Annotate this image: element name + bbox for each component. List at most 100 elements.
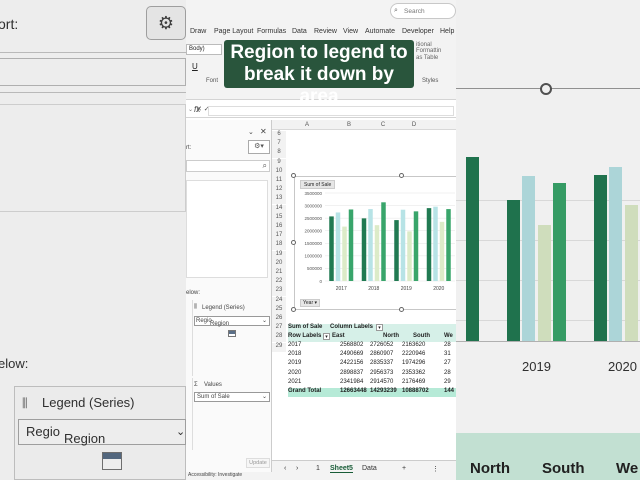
pivot-cell-we[interactable]: 28	[444, 342, 451, 348]
add-sheet-button[interactable]: +	[402, 465, 406, 472]
row-header[interactable]: 28	[272, 333, 286, 343]
pivot-cell-north[interactable]: 2860907	[370, 351, 393, 357]
pivot-cell-label[interactable]: 2021	[288, 379, 301, 385]
chart-bar[interactable]	[374, 225, 380, 281]
scroll-right-icon[interactable]: ›	[296, 465, 298, 472]
pivot-cell-south[interactable]: 2353362	[402, 370, 425, 376]
row-header[interactable]: 26	[272, 315, 286, 324]
column-header-d[interactable]: D	[396, 120, 432, 130]
row-header[interactable]: 15	[272, 213, 286, 223]
chart-field-button-year[interactable]: Year ▾	[300, 299, 321, 307]
chart-bar[interactable]	[413, 211, 419, 281]
chart-bar[interactable]	[394, 220, 399, 281]
pivot-cell-label[interactable]: 2018	[288, 351, 301, 357]
row-header[interactable]: 21	[272, 269, 286, 278]
gear-icon[interactable]: ⚙	[146, 6, 186, 40]
grand-total-east[interactable]: 12663448	[340, 388, 367, 394]
column-header-e[interactable]	[432, 120, 456, 130]
chart-bar[interactable]	[400, 209, 406, 281]
pivot-cell-south[interactable]: 2163620	[402, 342, 425, 348]
chart-bar[interactable]	[381, 202, 386, 281]
pivot-cell-we[interactable]: 31	[444, 351, 451, 357]
pivot-cell-north[interactable]: 2726052	[370, 342, 393, 348]
chevron-down-icon[interactable]: ⌄	[176, 425, 185, 438]
row-header[interactable]: 8	[272, 149, 286, 159]
chart-bar[interactable]	[426, 208, 432, 281]
row-header[interactable]: 23	[272, 287, 286, 297]
pivot-cell-we[interactable]: 27	[444, 360, 451, 366]
row-header[interactable]: 7	[272, 140, 286, 150]
formula-input[interactable]	[208, 106, 454, 116]
row-header[interactable]: 11	[272, 177, 286, 186]
row-header[interactable]: 6	[272, 131, 286, 140]
menu-draw[interactable]: Draw	[190, 28, 206, 35]
chart-bar[interactable]	[446, 209, 451, 281]
pivot-cell-east[interactable]: 2568802	[340, 342, 363, 348]
menu-data[interactable]: Data	[292, 28, 307, 35]
more-tabs-icon[interactable]: ⋮	[432, 465, 439, 473]
row-header[interactable]: 18	[272, 241, 286, 251]
filter-dropdown-icon[interactable]: ▾	[323, 333, 330, 340]
underline-button[interactable]: U	[192, 62, 198, 71]
column-header-c[interactable]: C	[370, 120, 396, 130]
row-header[interactable]: 27	[272, 324, 286, 334]
chevron-down-icon[interactable]: ⌄	[262, 393, 267, 400]
field-search-input[interactable]: ⌕	[186, 160, 270, 172]
pivot-cell-north[interactable]: 2835337	[370, 360, 393, 366]
fx-icon[interactable]: fx	[194, 105, 200, 114]
row-header[interactable]: 29	[272, 342, 286, 352]
pivot-cell-north[interactable]: 2956373	[370, 370, 393, 376]
resize-handle[interactable]	[291, 240, 296, 245]
tab-sheet5[interactable]: Sheet5	[330, 465, 353, 473]
pivot-cell-east[interactable]: 2490669	[340, 351, 363, 357]
pivot-cell-label[interactable]: 2017	[288, 342, 301, 348]
menu-formulas[interactable]: Formulas	[257, 28, 286, 35]
column-header-a[interactable]: A	[286, 120, 328, 130]
pivot-chart[interactable]: Sum of Sale 3500000 3000000 2500000 2000000…	[294, 176, 456, 310]
update-button[interactable]: Update	[246, 458, 270, 468]
row-header[interactable]: 24	[272, 296, 286, 306]
row-header[interactable]: 16	[272, 223, 286, 232]
resize-handle[interactable]	[291, 173, 296, 178]
chart-field-button-sum[interactable]: Sum of Sale	[300, 180, 336, 189]
chart-bar[interactable]	[361, 218, 367, 281]
row-header[interactable]: 9	[272, 158, 286, 168]
row-header[interactable]: 19	[272, 250, 286, 260]
chart-bar[interactable]	[335, 212, 341, 281]
menu-automate[interactable]: Automate	[365, 28, 395, 35]
pivot-cell-we[interactable]: 29	[444, 379, 451, 385]
grand-total-south[interactable]: 10888702	[402, 388, 429, 394]
row-header[interactable]: 12	[272, 186, 286, 196]
worksheet-grid[interactable]: A B C D 6 7 8 9 10 11 12 13 14 15 16 17 18 19 20 21 22 23…	[272, 120, 456, 460]
menu-help[interactable]: Help	[440, 28, 454, 35]
pivot-column-labels[interactable]: Column Labels	[330, 324, 456, 333]
format-as-table-button[interactable]: as Table	[416, 55, 438, 61]
pivot-cell-we[interactable]: 28	[444, 370, 451, 376]
column-header-b[interactable]: B	[328, 120, 370, 130]
search-box[interactable]: ⌕ Search	[390, 3, 456, 19]
pivot-cell-south[interactable]: 1974296	[402, 360, 425, 366]
chart-bar[interactable]	[329, 216, 334, 281]
grand-total-we[interactable]: 144	[444, 388, 454, 394]
pivot-cell-label[interactable]: 2020	[288, 370, 301, 376]
row-header[interactable]: 10	[272, 167, 286, 177]
row-header[interactable]: 17	[272, 232, 286, 242]
chart-bar[interactable]	[368, 209, 373, 281]
tab-data[interactable]: Data	[362, 465, 377, 472]
pivot-cell-east[interactable]: 2898837	[340, 370, 363, 376]
scroll-left-icon[interactable]: ‹	[284, 465, 286, 472]
menu-review[interactable]: Review	[314, 28, 337, 35]
chart-bar[interactable]	[433, 206, 438, 281]
resize-handle[interactable]	[291, 307, 296, 312]
select-all-corner[interactable]	[272, 120, 286, 130]
close-icon[interactable]: ✕	[260, 127, 267, 136]
pivot-cell-east[interactable]: 2422156	[340, 360, 363, 366]
filter-dropdown-icon[interactable]: ▾	[376, 324, 383, 331]
chart-bar[interactable]	[439, 221, 445, 281]
font-name-select[interactable]: Body)	[186, 44, 222, 55]
menu-view[interactable]: View	[343, 28, 358, 35]
chart-bar[interactable]	[342, 226, 347, 281]
chevron-down-icon[interactable]: ⌄	[262, 317, 267, 324]
pivot-cell-north[interactable]: 2914570	[370, 379, 393, 385]
pivot-cell-label[interactable]: 2019	[288, 360, 301, 366]
